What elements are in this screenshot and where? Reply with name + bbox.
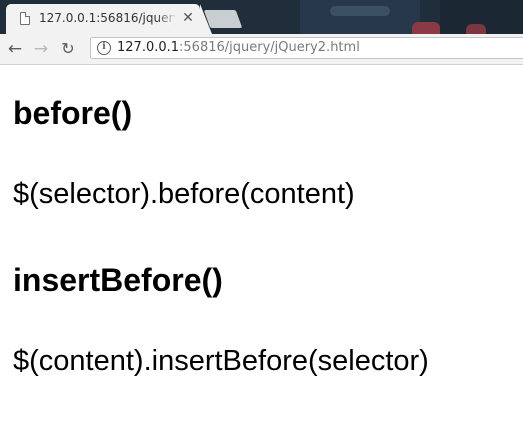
titlebar-background xyxy=(466,24,486,34)
back-arrow-icon[interactable]: ← xyxy=(5,38,25,60)
info-icon[interactable]: i xyxy=(97,41,111,55)
forward-arrow-icon[interactable]: → xyxy=(31,38,51,60)
tab-title-fade xyxy=(156,8,178,28)
address-bar[interactable]: i 127.0.0.1:56816/jquery/jQuery2.html xyxy=(90,37,523,59)
titlebar-background xyxy=(412,22,440,34)
section-heading-before: before() xyxy=(13,95,133,131)
tab-title: 127.0.0.1:56816/jquery/jQuery2.html xyxy=(39,11,175,25)
browser-titlebar: 127.0.0.1:56816/jquery/jQuery2.html ✕ xyxy=(0,0,523,34)
page-content: before() $(selector).before(content) ins… xyxy=(0,65,523,437)
close-icon[interactable]: ✕ xyxy=(181,10,195,26)
url-text[interactable]: 127.0.0.1:56816/jquery/jQuery2.html xyxy=(117,40,360,56)
browser-tab-active[interactable]: 127.0.0.1:56816/jquery/jQuery2.html ✕ xyxy=(6,4,212,34)
url-path: :56816/jquery/jQuery2.html xyxy=(179,40,360,55)
section-heading-insertbefore: insertBefore() xyxy=(13,262,223,298)
reload-icon[interactable]: ↻ xyxy=(58,38,78,60)
new-tab-button[interactable] xyxy=(203,10,243,28)
syntax-text-insertbefore: $(content).insertBefore(selector) xyxy=(13,345,429,377)
browser-toolbar: ← → ↻ i 127.0.0.1:56816/jquery/jQuery2.h… xyxy=(0,34,523,65)
titlebar-background xyxy=(330,6,390,16)
url-host: 127.0.0.1 xyxy=(117,40,180,55)
syntax-text-before: $(selector).before(content) xyxy=(13,178,355,210)
page-icon xyxy=(20,12,30,25)
